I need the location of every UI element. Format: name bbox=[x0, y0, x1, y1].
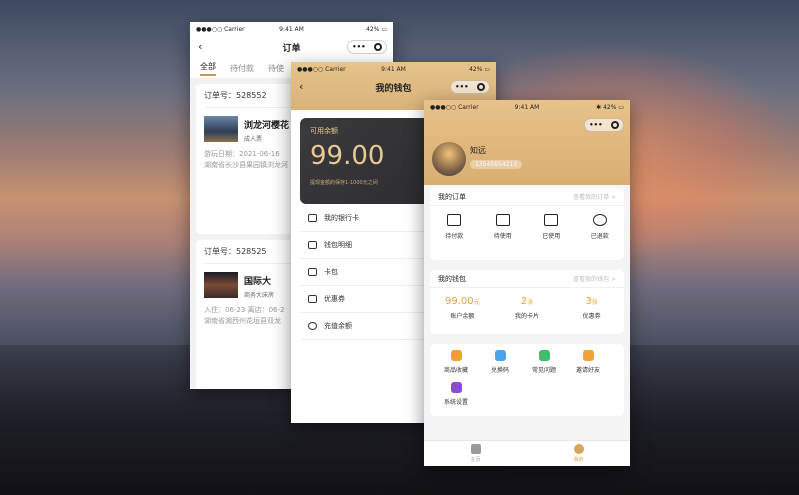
miniapp-capsule[interactable]: ••• bbox=[347, 40, 387, 54]
close-ring-icon[interactable] bbox=[610, 121, 619, 129]
profile-nav: ••• bbox=[424, 114, 630, 136]
order-sub: 商务大床房 bbox=[244, 292, 275, 299]
status-time: 9:41 AM bbox=[279, 25, 304, 33]
wallet-nav: ‹ 我的钱包 ••• bbox=[291, 76, 496, 98]
miniapp-capsule[interactable]: ••• bbox=[450, 80, 490, 94]
user-name: 知远 bbox=[470, 146, 486, 155]
service-icon bbox=[450, 382, 462, 393]
home-icon bbox=[470, 444, 481, 454]
recharge-icon bbox=[308, 322, 317, 330]
wallet-coupons[interactable]: 3张 优惠券 bbox=[570, 296, 614, 320]
back-icon[interactable]: ‹ bbox=[299, 80, 303, 93]
service-item[interactable]: 兑换码 bbox=[478, 350, 522, 374]
user-phone: 13545654213 bbox=[470, 160, 522, 169]
my-wallet-section: 我的钱包 查看我的钱包 > 99.00元 账户余额 2张 我的卡片 3张 优惠券 bbox=[430, 270, 624, 334]
view-wallet-link[interactable]: 查看我的钱包 > bbox=[573, 274, 616, 283]
status-bar: ●●●○○ Carrier 9:41 AM 42% ▭ bbox=[190, 22, 393, 36]
close-ring-icon[interactable] bbox=[476, 83, 485, 91]
order-thumbnail bbox=[204, 116, 238, 142]
service-item[interactable]: 商品收藏 bbox=[434, 350, 478, 374]
order-name: 浏龙河樱花 bbox=[244, 121, 290, 131]
avatar[interactable] bbox=[432, 142, 466, 176]
profile-screen: ●●●○○ Carrier 9:41 AM ✱ 42% ▭ ••• 知远 135… bbox=[424, 100, 630, 466]
order-status-used[interactable]: 已使用 bbox=[529, 214, 573, 240]
section-title: 我的钱包 bbox=[438, 274, 466, 283]
service-item[interactable]: 常见问题 bbox=[522, 350, 566, 374]
service-icon bbox=[494, 350, 506, 361]
check-card-icon bbox=[544, 214, 559, 226]
user-icon bbox=[573, 444, 584, 454]
wallet-detail-icon bbox=[308, 241, 317, 249]
service-icon bbox=[450, 350, 462, 361]
service-label: 系统设置 bbox=[443, 399, 468, 406]
tab-unused[interactable]: 待使 bbox=[268, 63, 284, 74]
status-time: 9:41 AM bbox=[381, 65, 406, 73]
close-ring-icon[interactable] bbox=[373, 43, 382, 51]
tab-bar: 主页 我的 bbox=[424, 440, 630, 466]
order-thumbnail bbox=[204, 272, 238, 298]
service-icon bbox=[582, 350, 594, 361]
services-section: 商品收藏 兑换码 常见问题 邀请好友系统设置 bbox=[430, 344, 624, 416]
order-status-refunded[interactable]: 已退款 bbox=[578, 214, 622, 240]
tab-mine[interactable]: 我的 bbox=[527, 441, 630, 466]
service-label: 邀请好友 bbox=[575, 367, 600, 374]
more-icon[interactable]: ••• bbox=[455, 83, 468, 91]
status-bar: ●●●○○ Carrier 9:41 AM ✱ 42% ▭ bbox=[424, 100, 630, 114]
wallet-cards[interactable]: 2张 我的卡片 bbox=[505, 296, 549, 320]
service-icon bbox=[538, 350, 550, 361]
section-title: 我的订单 bbox=[438, 192, 466, 201]
coupon-icon bbox=[308, 295, 317, 303]
ticket-icon bbox=[495, 214, 510, 226]
service-label: 常见问题 bbox=[531, 367, 556, 374]
order-status-unpaid[interactable]: 待付款 bbox=[432, 214, 476, 240]
tab-all[interactable]: 全部 bbox=[200, 61, 216, 76]
wallet-icon bbox=[447, 214, 462, 226]
view-orders-link[interactable]: 查看我的订单 > bbox=[573, 192, 616, 201]
status-time: 9:41 AM bbox=[514, 103, 540, 111]
miniapp-capsule[interactable]: ••• bbox=[584, 118, 624, 132]
wallet-balance[interactable]: 99.00元 账户余额 bbox=[440, 296, 484, 320]
page-title: 订单 bbox=[282, 43, 301, 54]
status-bar: ●●●○○ Carrier 9:41 AM 42% ▭ bbox=[291, 62, 496, 76]
order-sub: 成人票 bbox=[244, 136, 263, 143]
card-pack-icon bbox=[308, 268, 317, 276]
service-label: 兑换码 bbox=[490, 367, 509, 374]
my-orders-section: 我的订单 查看我的订单 > 待付款 待使用 已使用 已退款 bbox=[430, 188, 624, 260]
service-item[interactable]: 邀请好友 bbox=[566, 350, 610, 374]
page-title: 我的钱包 bbox=[375, 83, 412, 94]
orders-nav: ‹ 订单 ••• bbox=[190, 36, 393, 58]
tab-home[interactable]: 主页 bbox=[424, 441, 527, 466]
service-label: 商品收藏 bbox=[443, 367, 468, 374]
more-icon[interactable]: ••• bbox=[352, 43, 365, 51]
order-status-unused[interactable]: 待使用 bbox=[481, 214, 525, 240]
more-icon[interactable]: ••• bbox=[589, 121, 602, 129]
service-item[interactable]: 系统设置 bbox=[434, 382, 478, 406]
bank-card-icon bbox=[308, 214, 317, 222]
tab-unpaid[interactable]: 待付款 bbox=[230, 63, 254, 74]
back-icon[interactable]: ‹ bbox=[198, 40, 202, 53]
yen-icon bbox=[592, 214, 607, 226]
order-name: 国际大 bbox=[244, 277, 272, 287]
